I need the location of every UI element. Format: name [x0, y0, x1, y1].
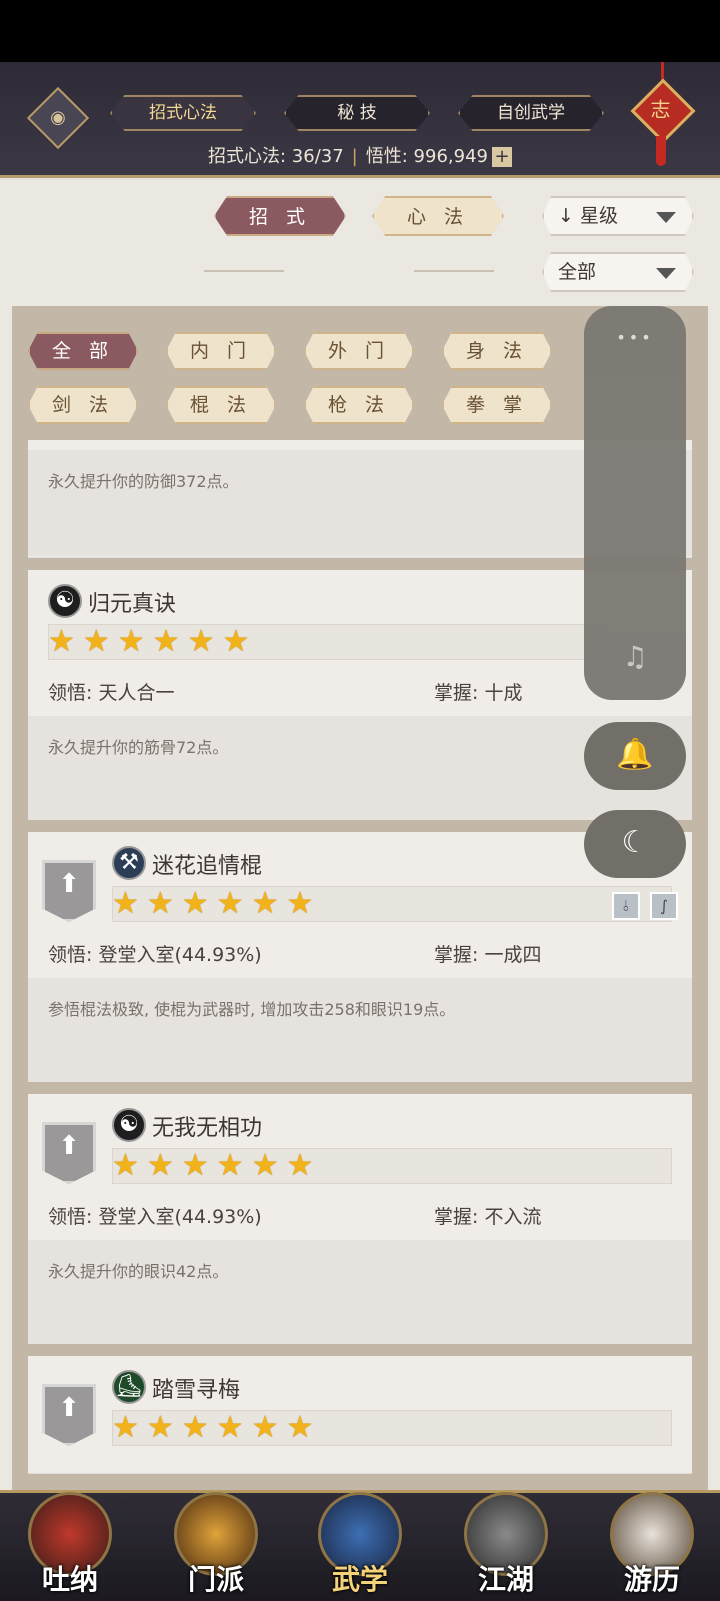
chip-all[interactable]: 全 部: [28, 332, 138, 370]
eye-icon: ◉: [50, 107, 66, 128]
divider-left: [204, 270, 284, 272]
knot-tassel: [656, 136, 666, 166]
upgrade-badge[interactable]: ⬆: [42, 1122, 96, 1184]
progress-summary: 招式心法: 36/37 | 悟性: 996,949 +: [0, 142, 720, 172]
skill-card[interactable]: ⬆ ⛸ 踏雪寻梅 ★★★★★★: [28, 1356, 692, 1474]
star-rating: ★★★★★★: [112, 886, 322, 921]
chip-outer[interactable]: 外 门: [304, 332, 414, 370]
skill-description: 永久提升你的眼识42点。: [28, 1240, 692, 1344]
tab-secret-skills[interactable]: 秘 技: [284, 95, 430, 131]
filter-dropdown[interactable]: 全部: [542, 252, 694, 292]
sort-dropdown[interactable]: ↓ 星级: [542, 196, 694, 236]
effect-type-icon: ∫: [650, 892, 678, 920]
nav-sect[interactable]: 门派: [164, 1486, 268, 1598]
skill-name: 无我无相功: [152, 1116, 263, 1141]
insight-level: 领悟: 登堂入室(44.93%): [48, 1206, 262, 1228]
add-insight-button[interactable]: +: [491, 147, 512, 167]
sort-arrow-icon: ↓: [558, 205, 574, 227]
chip-staff[interactable]: 棍 法: [166, 386, 276, 424]
upgrade-badge[interactable]: ⬆: [42, 1384, 96, 1446]
chevron-down-icon: [656, 268, 676, 279]
moves-count: 招式心法: 36/37: [208, 146, 344, 167]
chip-fist[interactable]: 拳 掌: [442, 386, 552, 424]
tab-moves-methods[interactable]: 招式心法: [110, 95, 256, 131]
music-off-icon[interactable]: ♫: [584, 640, 686, 673]
arrow-up-icon: ⬆: [58, 869, 80, 899]
arrow-up-icon: ⬆: [58, 1393, 80, 1423]
taiji-icon: ☯: [48, 584, 82, 618]
chip-inner[interactable]: 内 门: [166, 332, 276, 370]
divider-right: [414, 270, 494, 272]
arrow-up-icon: ⬆: [58, 1131, 80, 1161]
bell-icon: 🔔: [616, 737, 654, 772]
skill-name: 归元真诀: [88, 592, 177, 617]
insight-level: 领悟: 天人合一: [48, 682, 175, 704]
status-bar: [0, 0, 720, 62]
filter-label: 全部: [558, 261, 597, 283]
taiji-icon: ☯: [112, 1108, 146, 1142]
floating-toolbar: ••• ♫: [584, 306, 686, 700]
moon-icon: ☾: [621, 825, 649, 860]
nav-jianghu[interactable]: 江湖: [454, 1486, 558, 1598]
skill-card[interactable]: ⬆ ☯ 无我无相功 ★★★★★★ 领悟: 登堂入室(44.93%) 掌握: 不入…: [28, 1094, 692, 1344]
subtab-moves[interactable]: 招 式: [214, 196, 346, 236]
staff-icon: ⚒: [112, 846, 146, 880]
upgrade-badge[interactable]: ⬆: [42, 860, 96, 922]
sort-label: 星级: [579, 205, 618, 227]
mastery-level: 掌握: 十成: [434, 682, 523, 704]
nav-breathe[interactable]: 吐纳: [18, 1486, 122, 1598]
star-rating: ★★★★★★: [112, 1410, 322, 1445]
insight-value: 悟性: 996,949: [365, 146, 488, 167]
skill-name: 迷花追情棍: [152, 854, 263, 879]
boot-icon: ⛸: [112, 1370, 146, 1404]
nav-martial[interactable]: 武学: [308, 1486, 412, 1598]
chip-movement[interactable]: 身 法: [442, 332, 552, 370]
subtab-methods[interactable]: 心 法: [372, 196, 504, 236]
chip-sword[interactable]: 剑 法: [28, 386, 138, 424]
star-rating: ★★★★★★: [48, 624, 258, 659]
weapon-type-icon: ⫰: [612, 892, 640, 920]
star-rating: ★★★★★★: [112, 1148, 322, 1183]
chevron-down-icon: [656, 212, 676, 223]
mastery-level: 掌握: 不入流: [434, 1206, 542, 1228]
nav-travel[interactable]: 游历: [600, 1486, 704, 1598]
mastery-level: 掌握: 一成四: [434, 944, 542, 966]
skill-description: 参悟棍法极致, 使棍为武器时, 增加攻击258和眼识19点。: [28, 978, 692, 1082]
insight-level: 领悟: 登堂入室(44.93%): [48, 944, 262, 966]
night-mode-button[interactable]: ☾: [584, 810, 686, 878]
skill-card[interactable]: ⬆ ⚒ 迷花追情棍 ★★★★★★ ⫰ ∫ 领悟: 登堂入室(44.93%) 掌握…: [28, 832, 692, 1082]
notification-button[interactable]: 🔔: [584, 722, 686, 790]
chip-spear[interactable]: 枪 法: [304, 386, 414, 424]
skill-name: 踏雪寻梅: [152, 1378, 241, 1403]
tab-custom-martial[interactable]: 自创武学: [458, 95, 604, 131]
more-icon[interactable]: •••: [584, 328, 686, 347]
